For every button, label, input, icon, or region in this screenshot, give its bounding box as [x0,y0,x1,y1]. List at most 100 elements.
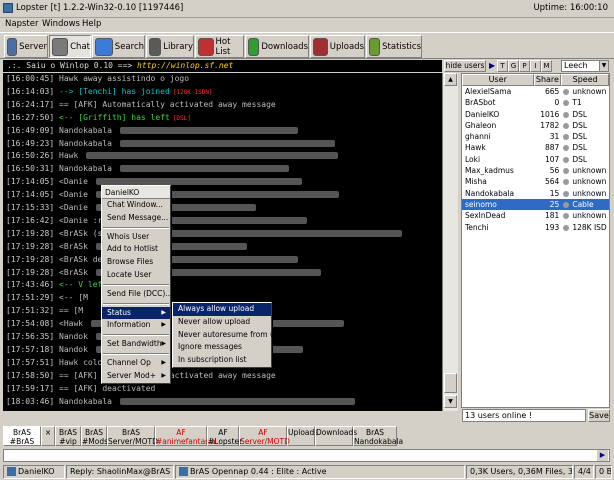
toolbar-chat-button[interactable]: Chat [49,35,91,58]
menu-item-send-file-dcc[interactable]: Send File (DCC)... [102,288,173,301]
tab-server-motd[interactable]: BrAS Server/MOTD [107,426,158,446]
user-row[interactable]: Nandokabala 15 unknown [462,188,609,199]
tab-nandokabala[interactable]: BrAS Nandokabala [353,426,403,446]
chat-scrollbar[interactable]: ▲ ▼ [442,73,458,411]
user-row[interactable]: AlexielSama 665 unknown [462,86,609,97]
submenu-item-never-autoresume-from-user[interactable]: Never autoresume from user [173,329,286,342]
chat-line: [16:50:26] Hawk [6,150,339,162]
menu-windows[interactable]: Windows [42,19,80,29]
menu-item-information[interactable]: Information ▶ [102,319,170,332]
user-name: Misha [465,177,487,187]
toolbar-hot-list-button[interactable]: Hot List [195,35,244,58]
menu-item-send-message[interactable]: Send Message... [102,212,170,225]
toolbar-label: Library [163,41,193,52]
menu-item-chat-window[interactable]: Chat Window... [102,199,170,212]
menu-item-label: Send File (DCC)... [107,288,173,298]
user-row[interactable]: Tenchi 193 128K ISD [462,222,609,233]
toolbar-uploads-button[interactable]: Uploads [310,35,365,58]
topic-link[interactable]: http://winlop.sf.net [137,61,233,70]
menu-item-browse-files[interactable]: Browse Files [102,256,170,269]
tab-[interactable]: × [41,426,55,446]
user-row[interactable]: Loki 107 DSL [462,154,609,165]
save-button[interactable]: Save [588,409,610,422]
tab-animefantasia[interactable]: AF #animefantasia [155,426,216,446]
user-row[interactable]: Misha 564 unknown [462,176,609,187]
menu-item-whois-user[interactable]: Whois User [102,231,170,244]
flag-g-button[interactable]: G [508,60,519,72]
arrow-right-icon[interactable]: ▶ [597,450,608,461]
user-speed: unknown [572,87,607,96]
tab-vip[interactable]: BrAS #vip [55,426,81,446]
flag-p-button[interactable]: P [519,60,530,72]
menu-item-locate-user[interactable]: Locate User [102,269,170,282]
search-icon [95,37,113,56]
chat-line: [16:49:09] Nandokabala [6,125,298,137]
chat-line: [16:50:31] Nandokabala [6,163,289,175]
tab-mods[interactable]: BrAS #Mods [81,426,108,446]
menu-item-status[interactable]: Status ▶ [102,306,170,320]
chat-input[interactable]: ▶ [3,449,610,462]
chat-text: <-- [M [59,293,88,303]
menu-help[interactable]: Help [82,19,101,29]
user-row[interactable]: SexInDead 181 unknown [462,210,609,221]
chat-timestamp: [17:51:32] [6,306,55,316]
toolbar-server-button[interactable]: Server [4,35,48,58]
toolbar-label: Uploads [329,41,364,52]
toolbar-library-button[interactable]: Library [146,35,194,58]
tab-server-label: AF [258,428,268,437]
chat-text: Nandokabala [59,138,112,148]
flag-t-button[interactable]: T [497,60,508,72]
toolbar-statistics-button[interactable]: Statistics [366,35,422,58]
user-row[interactable]: ghanni 31 DSL [462,131,609,142]
user-row[interactable]: BrASbot 0 T1 [462,97,609,108]
chat-timestamp: [17:16:42] [6,215,55,225]
tab-lopster[interactable]: AF #Lopster [207,426,242,446]
column-user[interactable]: User [462,74,534,86]
submenu-item-never-allow-upload[interactable]: Never allow upload [173,316,271,329]
redacted-message [119,126,298,134]
scroll-up-icon[interactable]: ▲ [444,73,457,86]
user-row[interactable]: seinomo 25 Cable [462,198,609,211]
user-name: Ghaleon [465,120,497,130]
hide-users-button[interactable]: hide users [444,60,486,72]
chat-line: [16:27:50] <-- [Griffith] has left [DSL] [6,112,191,124]
column-speed[interactable]: Speed [561,74,609,86]
user-row[interactable]: Max_kadmus 56 unknown [462,165,609,176]
menu-item-server-mod[interactable]: Server Mod+ ▶ [102,370,170,383]
chat-text: <Danie [59,190,88,200]
user-row[interactable]: Ghaleon 1782 DSL [462,120,609,131]
toolbar-downloads-button[interactable]: Downloads [245,35,309,58]
scroll-down-icon[interactable]: ▼ [444,395,457,408]
toolbar-label: Statistics [382,41,421,52]
menu-item-set-bandwidth[interactable]: Set Bandwidth ▶ [102,338,170,351]
tab-bras[interactable]: BrAS #BrAS [3,426,41,446]
tab-server-label: BrAS [365,428,385,437]
scroll-thumb[interactable] [444,373,457,393]
tab-server-label: × [44,428,52,437]
tab-server-motd[interactable]: AF Server/MOTD [239,426,290,446]
flag-i-button[interactable]: I [530,60,541,72]
toolbar-search-button[interactable]: Search [92,35,145,58]
tab-channel-label: #vip [59,437,77,446]
flag-m-button[interactable]: M [541,60,552,72]
tab-uploads[interactable]: Uploads [287,426,318,446]
menu-item-label: Status [107,307,131,317]
menu-item-channel-op[interactable]: Channel Op ▶ [102,357,170,370]
user-level-select[interactable]: Leech ▼ [561,60,609,72]
arrow-right-icon[interactable]: ▶ [489,61,495,70]
menu-item-add-to-hotlist[interactable]: Add to Hotlist [102,243,170,256]
library-icon [149,37,162,56]
tab-downloads[interactable]: Downloads [315,426,357,446]
submenu-item-always-allow-upload[interactable]: Always allow upload [173,303,271,316]
column-share[interactable]: Share [533,74,562,86]
user-row[interactable]: DanielKO 1016 DSL [462,109,609,120]
submenu-item-in-subscription-list[interactable]: In subscription list [173,354,271,367]
submenu-item-ignore-messages[interactable]: Ignore messages [173,341,271,354]
menu-napster[interactable]: Napster [5,19,38,29]
user-name: DanielKO [465,109,500,119]
chevron-down-icon[interactable]: ▼ [599,61,608,71]
chat-line: [17:51:32] == [M [6,305,83,317]
chat-line: [16:00:45] Hawk away assistindo o jogo [6,73,189,85]
user-row[interactable]: Hawk 887 DSL [462,142,609,153]
user-speed: unknown [572,188,607,198]
